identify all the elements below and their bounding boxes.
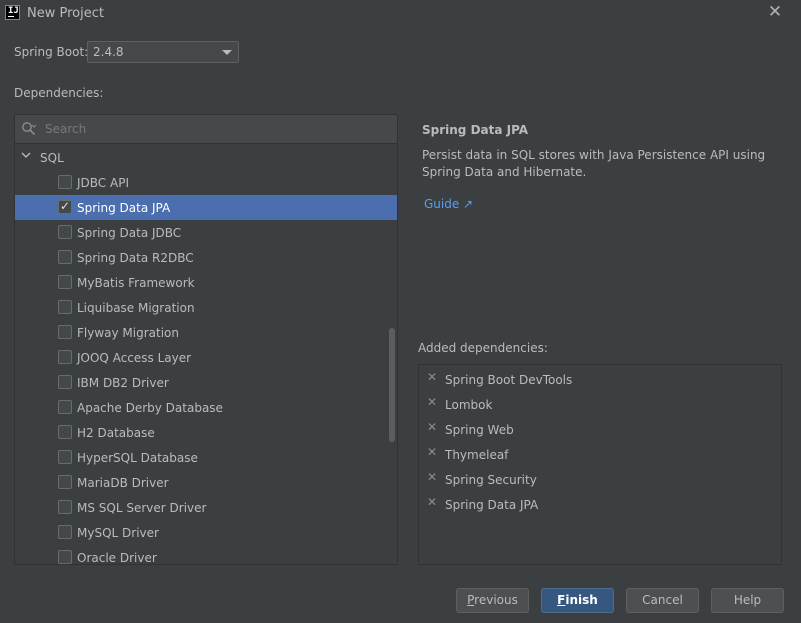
title-bar (0, 0, 801, 30)
cancel-button[interactable]: Cancel (626, 588, 699, 613)
remove-icon[interactable]: ✕ (427, 495, 437, 509)
dependency-item[interactable]: MySQL Driver (15, 520, 397, 545)
dependency-detail-description: Persist data in SQL stores with Java Per… (422, 148, 766, 179)
dependency-item[interactable]: HyperSQL Database (15, 445, 397, 470)
dependency-label: Liquibase Migration (77, 301, 195, 315)
added-dependency-item: ✕ Spring Web (419, 417, 781, 442)
dependency-item[interactable]: Apache Derby Database (15, 395, 397, 420)
finish-button[interactable]: Finish (541, 588, 614, 613)
dependency-checkbox[interactable] (58, 475, 72, 489)
added-dependency-item: ✕ Spring Data JPA (419, 492, 781, 517)
dependency-checkbox[interactable] (58, 175, 72, 189)
added-dependency-item: ✕ Spring Boot DevTools (419, 367, 781, 392)
dependency-label: MS SQL Server Driver (77, 501, 207, 515)
dependency-label: MySQL Driver (77, 526, 159, 540)
chevron-down-icon[interactable] (21, 150, 31, 160)
dependency-label: MariaDB Driver (77, 476, 169, 490)
dependency-label: HyperSQL Database (77, 451, 198, 465)
remove-icon[interactable]: ✕ (427, 470, 437, 484)
scrollbar-thumb[interactable] (389, 328, 395, 442)
dependency-item[interactable]: Liquibase Migration (15, 295, 397, 320)
help-button[interactable]: Help (711, 588, 784, 613)
dependency-checkbox[interactable] (58, 550, 72, 564)
remove-icon[interactable]: ✕ (427, 370, 437, 384)
added-dependencies-list: ✕ Spring Boot DevTools ✕ Lombok ✕ Spring Web ✕… (418, 364, 782, 565)
dependency-checkbox[interactable] (58, 325, 72, 339)
search-icon[interactable] (21, 121, 37, 137)
tree-group-label: SQL (40, 151, 64, 165)
dependency-label: JOOQ Access Layer (77, 351, 192, 365)
dependency-item[interactable]: Flyway Migration (15, 320, 397, 345)
dependency-label: IBM DB2 Driver (77, 376, 169, 390)
added-dependency-item: ✕ Spring Security (419, 467, 781, 492)
search-input[interactable] (45, 121, 345, 137)
dependency-checkbox[interactable] (58, 500, 72, 514)
guide-link[interactable]: Guide ↗ (424, 197, 473, 211)
dependency-item[interactable]: IBM DB2 Driver (15, 370, 397, 395)
dropdown-arrow-icon (222, 50, 232, 55)
added-dependency-label: Lombok (445, 398, 493, 412)
dependency-detail-title: Spring Data JPA (422, 123, 529, 137)
close-icon[interactable]: ✕ (766, 3, 784, 21)
added-dependency-label: Thymeleaf (445, 448, 509, 462)
dependency-checkbox[interactable] (58, 375, 72, 389)
window-title: New Project (27, 6, 104, 21)
added-dependency-label: Spring Security (445, 473, 537, 487)
dependency-checkbox[interactable]: ✓ (58, 199, 72, 214)
dependency-item[interactable]: Oracle Driver (15, 545, 397, 565)
added-dependency-label: Spring Data JPA (445, 498, 539, 512)
previous-button[interactable]: Previous (456, 588, 529, 613)
dependency-item[interactable]: JOOQ Access Layer (15, 345, 397, 370)
dependency-label: Oracle Driver (77, 551, 157, 565)
dependency-item[interactable]: JDBC API (15, 170, 397, 195)
dependency-checkbox[interactable] (58, 300, 72, 314)
dependency-checkbox[interactable] (58, 275, 72, 289)
dependencies-tree-panel: SQL JDBC API ✓ Spring Data JPA Spring Data … (14, 114, 398, 565)
dependency-label: JDBC API (77, 176, 129, 190)
dependency-item[interactable]: MS SQL Server Driver (15, 495, 397, 520)
remove-icon[interactable]: ✕ (427, 420, 437, 434)
remove-icon[interactable]: ✕ (427, 395, 437, 409)
dependencies-label: Dependencies: (14, 86, 104, 100)
remove-icon[interactable]: ✕ (427, 445, 437, 459)
dependency-item[interactable]: MariaDB Driver (15, 470, 397, 495)
added-dependency-label: Spring Web (445, 423, 514, 437)
dependency-checkbox[interactable] (58, 425, 72, 439)
spring-boot-version-value: 2.4.8 (93, 45, 124, 59)
dependency-label: Spring Data JPA (77, 201, 171, 215)
dependency-item[interactable]: Spring Data JDBC (15, 220, 397, 245)
spring-boot-version-select[interactable]: 2.4.8 (87, 41, 239, 63)
dependency-label: Spring Data JDBC (77, 226, 182, 240)
dependency-label: Spring Data R2DBC (77, 251, 194, 265)
added-dependencies-label: Added dependencies: (418, 341, 548, 355)
dependency-checkbox[interactable] (58, 250, 72, 264)
dependency-item[interactable]: MyBatis Framework (15, 270, 397, 295)
tree-group-sql[interactable]: SQL (15, 145, 397, 170)
dependency-checkbox[interactable] (58, 450, 72, 464)
dependency-item[interactable]: Spring Data R2DBC (15, 245, 397, 270)
dependency-item[interactable]: ✓ Spring Data JPA (15, 195, 397, 220)
dependency-label: H2 Database (77, 426, 155, 440)
dependency-label: MyBatis Framework (77, 276, 195, 290)
dependency-item[interactable]: H2 Database (15, 420, 397, 445)
checkmark-icon: ✓ (60, 199, 71, 213)
added-dependency-item: ✕ Thymeleaf (419, 442, 781, 467)
dependency-checkbox[interactable] (58, 225, 72, 239)
intellij-app-icon: IJ (5, 5, 20, 20)
spring-boot-label: Spring Boot: (14, 45, 89, 59)
added-dependency-item: ✕ Lombok (419, 392, 781, 417)
search-box (15, 115, 397, 144)
dependency-label: Apache Derby Database (77, 401, 223, 415)
dependency-checkbox[interactable] (58, 350, 72, 364)
dependency-label: Flyway Migration (77, 326, 179, 340)
dependency-checkbox[interactable] (58, 400, 72, 414)
dependency-checkbox[interactable] (58, 525, 72, 539)
added-dependency-label: Spring Boot DevTools (445, 373, 573, 387)
